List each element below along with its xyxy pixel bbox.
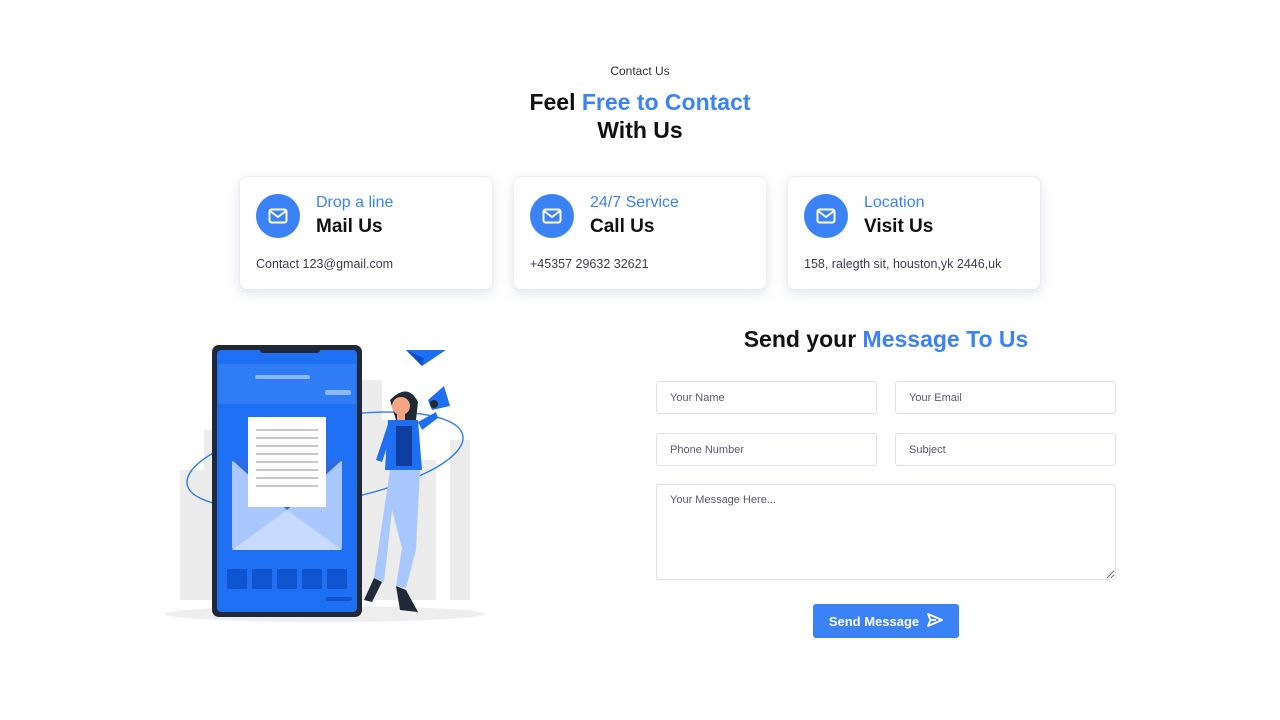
card-detail: 158, ralegth sit, houston,yk 2446,uk xyxy=(804,257,1002,271)
card-kicker: Drop a line xyxy=(316,194,394,211)
card-title: Visit Us xyxy=(864,216,934,237)
card-detail: +45357 29632 32621 xyxy=(530,257,649,271)
paper-plane-icon xyxy=(406,350,446,366)
send-message-label: Send Message xyxy=(828,613,920,629)
contact-cards: Drop a line Mail Us Contact 123@gmail.co… xyxy=(239,176,1041,290)
form-title-part1: Send your xyxy=(743,326,857,352)
contact-card-mail: Drop a line Mail Us Contact 123@gmail.co… xyxy=(239,176,493,290)
subject-input[interactable] xyxy=(895,433,1116,466)
message-textarea[interactable] xyxy=(656,484,1116,580)
form-title: Send your Message To Us xyxy=(656,326,1116,353)
title-part2: With Us xyxy=(597,117,683,143)
card-title: Call Us xyxy=(590,216,655,237)
page-title: Feel Free to Contact With Us xyxy=(0,88,1280,144)
card-kicker: Location xyxy=(864,194,925,211)
contact-illustration xyxy=(165,345,485,622)
mail-icon xyxy=(804,194,848,238)
phone-input[interactable] xyxy=(656,433,877,466)
form-title-accent: Message To Us xyxy=(862,326,1029,352)
contact-card-call: 24/7 Service Call Us +45357 29632 32621 xyxy=(513,176,767,290)
send-icon xyxy=(927,612,944,630)
phone-notch xyxy=(260,345,320,353)
title-accent: Free to Contact xyxy=(581,89,751,115)
contact-card-visit: Location Visit Us 158, ralegth sit, hous… xyxy=(787,176,1041,290)
name-input[interactable] xyxy=(656,381,877,414)
mail-icon xyxy=(530,194,574,238)
card-title: Mail Us xyxy=(316,216,383,237)
title-part1: Feel xyxy=(529,89,576,115)
card-kicker: 24/7 Service xyxy=(590,194,679,211)
email-input[interactable] xyxy=(895,381,1116,414)
mail-icon xyxy=(256,194,300,238)
section-eyebrow: Contact Us xyxy=(610,64,670,78)
card-detail: Contact 123@gmail.com xyxy=(256,257,394,271)
send-message-button[interactable]: Send Message xyxy=(813,604,959,638)
